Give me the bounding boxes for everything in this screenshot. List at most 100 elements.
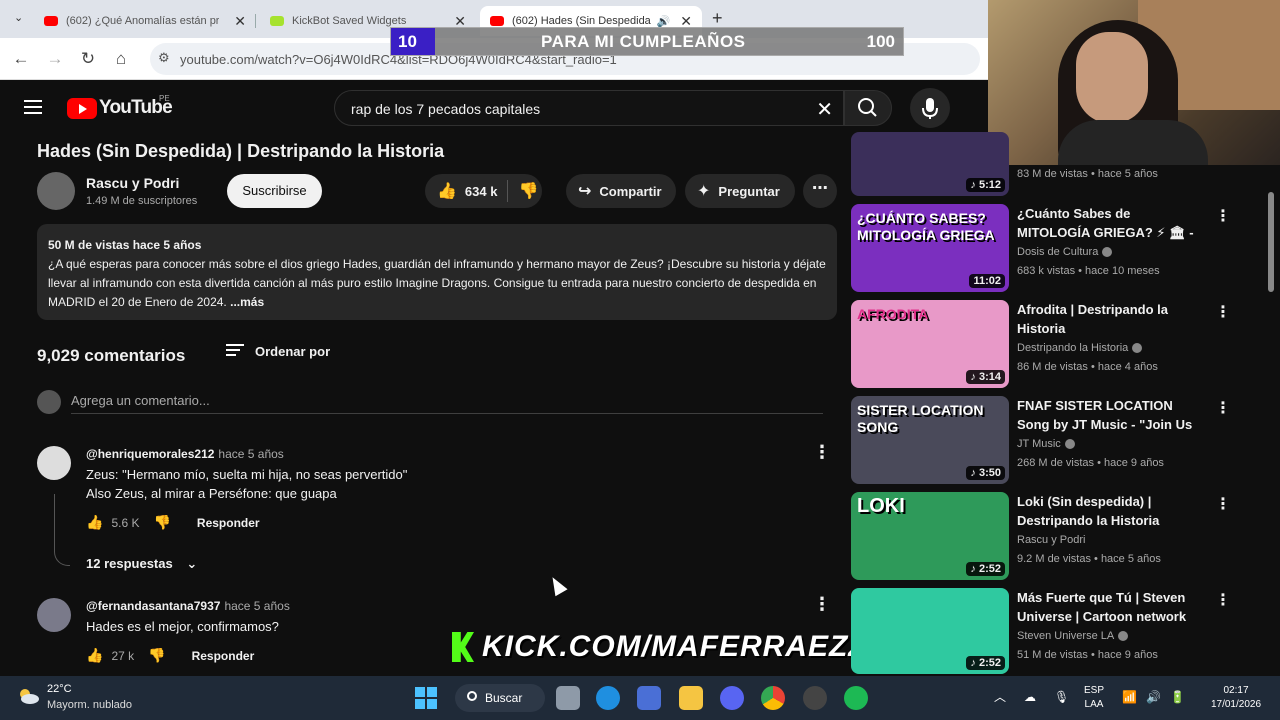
comment-time: hace 5 años <box>218 447 284 461</box>
back-arrow-icon[interactable]: ← <box>10 48 32 70</box>
microphone-tray-icon[interactable]: 🎙 <box>1054 690 1069 704</box>
commenter-avatar[interactable] <box>37 446 71 480</box>
kick-logo-icon <box>452 632 474 662</box>
description-more-link[interactable]: ...más <box>230 295 264 309</box>
subscribe-button[interactable]: Suscribirse <box>227 174 322 208</box>
input-language[interactable]: ESP LAA <box>1084 684 1104 712</box>
video-menu-icon[interactable]: ⋮ <box>1215 494 1231 514</box>
sidebar-scrollbar[interactable] <box>1268 192 1274 292</box>
video-title[interactable]: ¿Cuánto Sabes de MITOLOGÍA GRIEGA? ⚡ 🏛 -… <box>1017 204 1203 242</box>
comment-menu-icon[interactable]: ⋮ <box>813 442 831 463</box>
site-info-icon[interactable]: ⚙ <box>158 50 170 66</box>
volume-icon[interactable]: 🔊 <box>1146 690 1161 704</box>
forward-arrow-icon[interactable]: → <box>44 48 66 70</box>
show-replies-button[interactable]: 12 respuestas ⌄ <box>86 556 197 572</box>
more-actions-icon[interactable]: ⋯ <box>803 174 837 208</box>
chrome-icon[interactable] <box>761 686 785 710</box>
goal-title: PARA MI CUMPLEAÑOS <box>541 32 746 51</box>
comment-like-count: 27 k <box>111 648 135 663</box>
obs-studio-icon[interactable] <box>803 686 827 710</box>
like-icon[interactable]: 👍 <box>86 514 103 531</box>
dislike-icon[interactable]: 👎 <box>518 181 538 201</box>
edge-browser-icon[interactable] <box>596 686 620 710</box>
battery-icon[interactable]: 🔋 <box>1170 690 1185 704</box>
tab-list-chevron-icon[interactable]: ⌄ <box>14 11 23 24</box>
video-channel[interactable]: Destripando la Historia <box>1017 342 1143 354</box>
file-explorer-icon[interactable] <box>679 686 703 710</box>
sort-comments-button[interactable]: Ordenar por <box>226 344 330 359</box>
country-code: PE <box>159 94 170 103</box>
audio-playing-icon[interactable]: 🔊 <box>657 15 671 28</box>
comment-menu-icon[interactable]: ⋮ <box>813 594 831 615</box>
video-channel[interactable]: Steven Universe LA <box>1017 630 1129 642</box>
weather-description[interactable]: Mayorm. nublado <box>47 699 132 711</box>
video-title: Hades (Sin Despedida) | Destripando la H… <box>37 141 445 161</box>
spotify-icon[interactable] <box>844 686 868 710</box>
related-video[interactable]: AFRODITA ♪ 3:14 Afrodita | Destripando l… <box>851 300 1271 390</box>
video-thumbnail[interactable]: AFRODITA ♪ 3:14 <box>851 300 1009 388</box>
dislike-icon[interactable]: 👎 <box>153 514 170 531</box>
voice-search-button[interactable] <box>910 88 950 128</box>
channel-name[interactable]: Rascu y Podri <box>86 175 179 191</box>
kick-channel-overlay: KICK.COM/MAFERRAEZZ <box>452 630 868 664</box>
windows-start-icon[interactable] <box>414 686 438 710</box>
microsoft-store-icon[interactable] <box>637 686 661 710</box>
system-clock[interactable]: 02:17 17/01/2026 <box>1198 684 1274 712</box>
video-thumbnail[interactable]: ¿CUÁNTO SABES? MITOLOGÍA GRIEGA 11:02 <box>851 204 1009 292</box>
related-video[interactable]: ♪ 5:12 83 M de vistas • hace 5 años <box>851 130 1271 196</box>
dislike-icon[interactable]: 👎 <box>148 647 165 664</box>
user-avatar <box>37 390 61 414</box>
video-title[interactable]: FNAF SISTER LOCATION Song by JT Music - … <box>1017 396 1203 434</box>
tray-overflow-chevron-icon[interactable]: ︿ <box>994 690 1006 704</box>
home-icon[interactable]: ⌂ <box>110 48 132 70</box>
video-title[interactable]: Más Fuerte que Tú | Steven Universe | Ca… <box>1017 588 1203 626</box>
video-thumbnail[interactable]: LOKI ♪ 2:52 <box>851 492 1009 580</box>
clear-search-icon[interactable]: ✕ <box>816 97 833 122</box>
video-menu-icon[interactable]: ⋮ <box>1215 590 1231 610</box>
video-thumbnail[interactable]: ♪ 2:52 <box>851 588 1009 674</box>
video-channel[interactable]: Dosis de Cultura <box>1017 246 1113 258</box>
video-title[interactable]: Loki (Sin despedida) | Destripando la Hi… <box>1017 492 1203 530</box>
channel-avatar[interactable] <box>37 172 75 210</box>
related-video[interactable]: ♪ 2:52 Más Fuerte que Tú | Steven Univer… <box>851 588 1271 674</box>
reply-button[interactable]: Responder <box>197 516 260 530</box>
discord-icon[interactable] <box>720 686 744 710</box>
description-box[interactable]: 50 M de vistas hace 5 años ¿A qué espera… <box>37 224 837 320</box>
like-count[interactable]: 634 k <box>465 184 498 199</box>
new-tab-button[interactable]: + <box>712 8 723 29</box>
video-menu-icon[interactable]: ⋮ <box>1215 206 1231 226</box>
close-tab-icon[interactable]: ✕ <box>234 13 246 30</box>
add-comment-input[interactable]: Agrega un comentario... <box>71 393 210 408</box>
video-channel[interactable]: Rascu y Podri <box>1017 534 1085 546</box>
ask-button[interactable]: ✦ Preguntar <box>685 174 795 208</box>
video-thumbnail[interactable]: ♪ 5:12 <box>851 132 1009 196</box>
video-menu-icon[interactable]: ⋮ <box>1215 302 1231 322</box>
wifi-icon[interactable]: 📶 <box>1122 690 1137 704</box>
video-thumbnail[interactable]: SISTER LOCATION SONG ♪ 3:50 <box>851 396 1009 484</box>
share-button[interactable]: ↪ Compartir <box>566 174 676 208</box>
video-menu-icon[interactable]: ⋮ <box>1215 398 1231 418</box>
video-meta: 683 k vistas • hace 10 meses <box>1017 265 1160 277</box>
related-video[interactable]: SISTER LOCATION SONG ♪ 3:50 FNAF SISTER … <box>851 396 1271 486</box>
reload-icon[interactable]: ↻ <box>77 48 99 70</box>
cloud-sun-icon[interactable] <box>16 686 40 706</box>
comment-author[interactable]: @fernandasantana7937 hace 5 años <box>86 599 290 613</box>
commenter-avatar[interactable] <box>37 598 71 632</box>
related-video[interactable]: ¿CUÁNTO SABES? MITOLOGÍA GRIEGA 11:02 ¿C… <box>851 204 1271 294</box>
like-icon[interactable]: 👍 <box>86 647 103 664</box>
weather-temperature[interactable]: 22°C <box>47 683 72 695</box>
search-input[interactable]: rap de los 7 pecados capitales ✕ <box>334 90 844 126</box>
browser-tab-1[interactable]: (602) ¿Qué Anomalías están pr ✕ <box>34 6 256 36</box>
onedrive-cloud-icon[interactable]: ☁ <box>1024 690 1036 704</box>
menu-icon[interactable] <box>24 100 42 114</box>
video-channel[interactable]: JT Music <box>1017 438 1075 450</box>
task-view-icon[interactable] <box>556 686 580 710</box>
youtube-logo[interactable]: YouTube <box>67 97 173 119</box>
related-video[interactable]: LOKI ♪ 2:52 Loki (Sin despedida) | Destr… <box>851 492 1271 582</box>
search-button[interactable] <box>844 90 892 126</box>
comment-author[interactable]: @henriquemorales212 hace 5 años <box>86 447 284 461</box>
video-title[interactable]: Afrodita | Destripando la Historia <box>1017 300 1203 338</box>
like-icon[interactable]: 👍 <box>437 181 457 201</box>
taskbar-search-button[interactable]: Buscar <box>455 684 545 712</box>
reply-button[interactable]: Responder <box>192 649 255 663</box>
